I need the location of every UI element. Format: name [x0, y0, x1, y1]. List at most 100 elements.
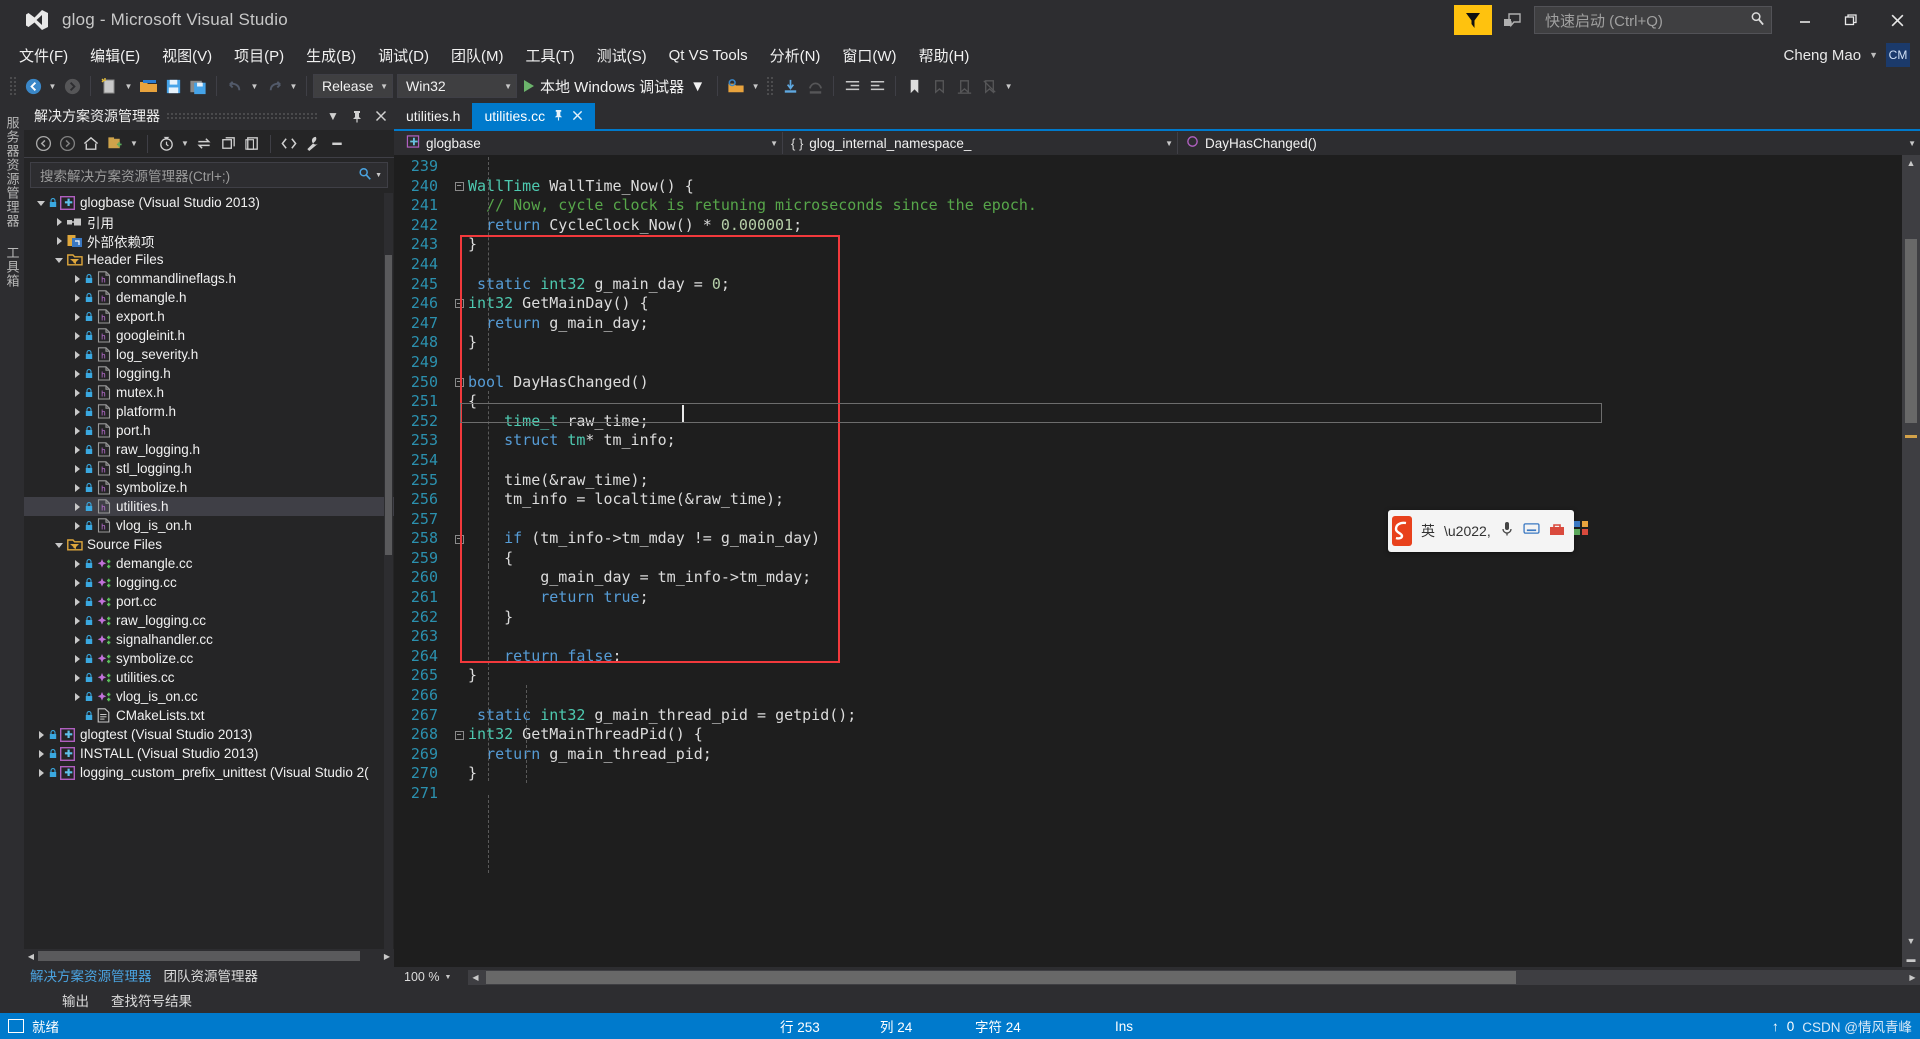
chevron-right-icon[interactable] — [70, 424, 84, 438]
code-line[interactable]: 255 time(&raw_time); — [394, 471, 1902, 491]
attach-process-icon[interactable] — [724, 74, 748, 98]
code-line[interactable]: 253 struct tm* tm_info; — [394, 431, 1902, 451]
chevron-right-icon[interactable] — [70, 576, 84, 590]
menu-build[interactable]: 生成(B) — [295, 41, 367, 70]
open-file-icon[interactable] — [136, 74, 160, 98]
tree-item[interactable]: logging.cc — [24, 573, 394, 592]
tree-item[interactable]: Source Files — [24, 535, 394, 554]
bookmark-prev-icon[interactable] — [927, 74, 951, 98]
tree-item[interactable]: symbolize.cc — [24, 649, 394, 668]
tree-item[interactable]: utilities.cc — [24, 668, 394, 687]
menu-qt-vs-tools[interactable]: Qt VS Tools — [658, 43, 759, 68]
apps-grid-icon[interactable] — [1573, 521, 1589, 541]
zoom-level-combo[interactable]: 100 % ▼ — [398, 968, 468, 986]
code-line[interactable]: 254 — [394, 451, 1902, 471]
tree-item[interactable]: port.cc — [24, 592, 394, 611]
chevron-right-icon[interactable] — [70, 291, 84, 305]
solution-tree-vscrollbar[interactable] — [384, 193, 393, 949]
chevron-right-icon[interactable] — [70, 690, 84, 704]
tree-item[interactable]: 引用 — [24, 212, 394, 231]
code-line[interactable]: 264 return false; — [394, 647, 1902, 667]
scrollbar-thumb[interactable] — [1905, 239, 1917, 423]
new-item-dropdown-icon[interactable]: ▼ — [122, 74, 135, 98]
scroll-right-icon[interactable]: ▶ — [380, 949, 394, 963]
solution-tree-hscrollbar[interactable]: ◀ ▶ — [24, 949, 394, 963]
code-lines[interactable]: 239 240− WallTime WallTime_Now() {241 // N… — [394, 155, 1902, 804]
menu-tools[interactable]: 工具(T) — [514, 41, 585, 70]
close-button[interactable] — [1874, 0, 1920, 40]
bookmark-icon[interactable] — [902, 74, 926, 98]
code-line[interactable]: 263 — [394, 627, 1902, 647]
chevron-right-icon[interactable] — [70, 348, 84, 362]
attach-dropdown-icon[interactable]: ▼ — [749, 74, 762, 98]
chevron-down-icon[interactable]: ▼ — [1869, 50, 1878, 60]
chevron-down-icon[interactable]: ▼ — [690, 78, 705, 95]
ime-mode-label[interactable]: 英 — [1421, 521, 1435, 541]
code-vertical-scrollbar[interactable]: ▲ ▼ ▬ — [1902, 155, 1920, 967]
menu-test[interactable]: 测试(S) — [586, 41, 658, 70]
undo-icon[interactable] — [223, 74, 247, 98]
fold-collapse-icon[interactable]: − — [450, 730, 468, 740]
navigate-forward-icon[interactable] — [60, 74, 84, 98]
scroll-left-icon[interactable]: ◀ — [468, 970, 483, 985]
tree-item[interactable]: h export.h — [24, 307, 394, 326]
chevron-right-icon[interactable] — [34, 766, 48, 780]
forward-icon[interactable] — [56, 133, 78, 155]
tree-item[interactable]: h demangle.h — [24, 288, 394, 307]
pin-icon[interactable] — [348, 105, 366, 127]
home-icon[interactable] — [80, 133, 102, 155]
editor-tab-utilities-cc[interactable]: utilities.cc — [472, 103, 596, 129]
tree-item[interactable]: h raw_logging.h — [24, 440, 394, 459]
punctuation-icon[interactable]: \u2022, — [1444, 523, 1491, 539]
chevron-right-icon[interactable] — [70, 557, 84, 571]
pin-icon[interactable] — [553, 109, 564, 124]
code-line[interactable]: 241 // Now, cycle clock is retuning micr… — [394, 196, 1902, 216]
search-icon[interactable] — [1750, 11, 1765, 30]
code-line[interactable]: 246 − int32 GetMainDay() { — [394, 294, 1902, 314]
code-line[interactable]: 239 — [394, 157, 1902, 177]
minus-icon[interactable] — [326, 133, 348, 155]
tree-item[interactable]: h commandlineflags.h — [24, 269, 394, 288]
code-line[interactable]: 245 static int32 g_main_day = 0; — [394, 275, 1902, 295]
undo-dropdown-icon[interactable]: ▼ — [248, 74, 261, 98]
menu-debug[interactable]: 调试(D) — [367, 41, 440, 70]
bookmark-next-icon[interactable] — [952, 74, 976, 98]
tree-item[interactable]: glogtest (Visual Studio 2013) — [24, 725, 394, 744]
code-line[interactable]: 258 − if (tm_info->tm_mday != g_main_day) — [394, 529, 1902, 549]
code-line[interactable]: 270} — [394, 764, 1902, 784]
upload-arrow-icon[interactable]: ↑ — [1772, 1019, 1779, 1034]
code-line[interactable]: 244 — [394, 255, 1902, 275]
chevron-right-icon[interactable] — [70, 652, 84, 666]
chevron-right-icon[interactable] — [70, 310, 84, 324]
tree-item[interactable]: h log_severity.h — [24, 345, 394, 364]
code-line[interactable]: 250 − bool DayHasChanged() — [394, 373, 1902, 393]
code-line[interactable]: 261 return true; — [394, 588, 1902, 608]
code-line[interactable]: 267 static int32 g_main_thread_pid = get… — [394, 706, 1902, 726]
toolbox-icon[interactable] — [1549, 522, 1565, 541]
tree-item[interactable]: vlog_is_on.cc — [24, 687, 394, 706]
ime-toolbar[interactable]: 英 \u2022, — [1388, 510, 1588, 552]
menu-view[interactable]: 视图(V) — [151, 41, 223, 70]
new-folder-icon[interactable] — [104, 133, 126, 155]
step-over-icon[interactable] — [803, 74, 827, 98]
chevron-down-icon[interactable]: ▼ — [380, 82, 388, 91]
collapse-all-icon[interactable] — [217, 133, 239, 155]
show-all-files-icon[interactable] — [278, 133, 300, 155]
close-icon[interactable] — [372, 105, 390, 127]
chevron-right-icon[interactable] — [70, 367, 84, 381]
tree-item[interactable]: h vlog_is_on.h — [24, 516, 394, 535]
code-line[interactable]: 259 { — [394, 549, 1902, 569]
chevron-down-icon[interactable]: ▼ — [128, 133, 140, 155]
back-dropdown-icon[interactable]: ▼ — [46, 74, 59, 98]
chevron-right-icon[interactable] — [70, 500, 84, 514]
save-icon[interactable] — [161, 74, 185, 98]
tree-item[interactable]: h port.h — [24, 421, 394, 440]
solution-explorer-search-input[interactable]: 搜索解决方案资源管理器(Ctrl+;) ▼ — [30, 162, 388, 188]
avatar[interactable]: CM — [1886, 43, 1910, 67]
hscrollbar-thumb[interactable] — [486, 970, 1516, 984]
scrollbar-thumb[interactable] — [385, 255, 392, 555]
chevron-down-icon[interactable]: ▼ — [324, 105, 342, 127]
code-line[interactable]: 251{ — [394, 392, 1902, 412]
hscrollbar-thumb[interactable] — [38, 951, 360, 961]
platform-combo[interactable]: Win32 ▼ — [397, 74, 517, 98]
